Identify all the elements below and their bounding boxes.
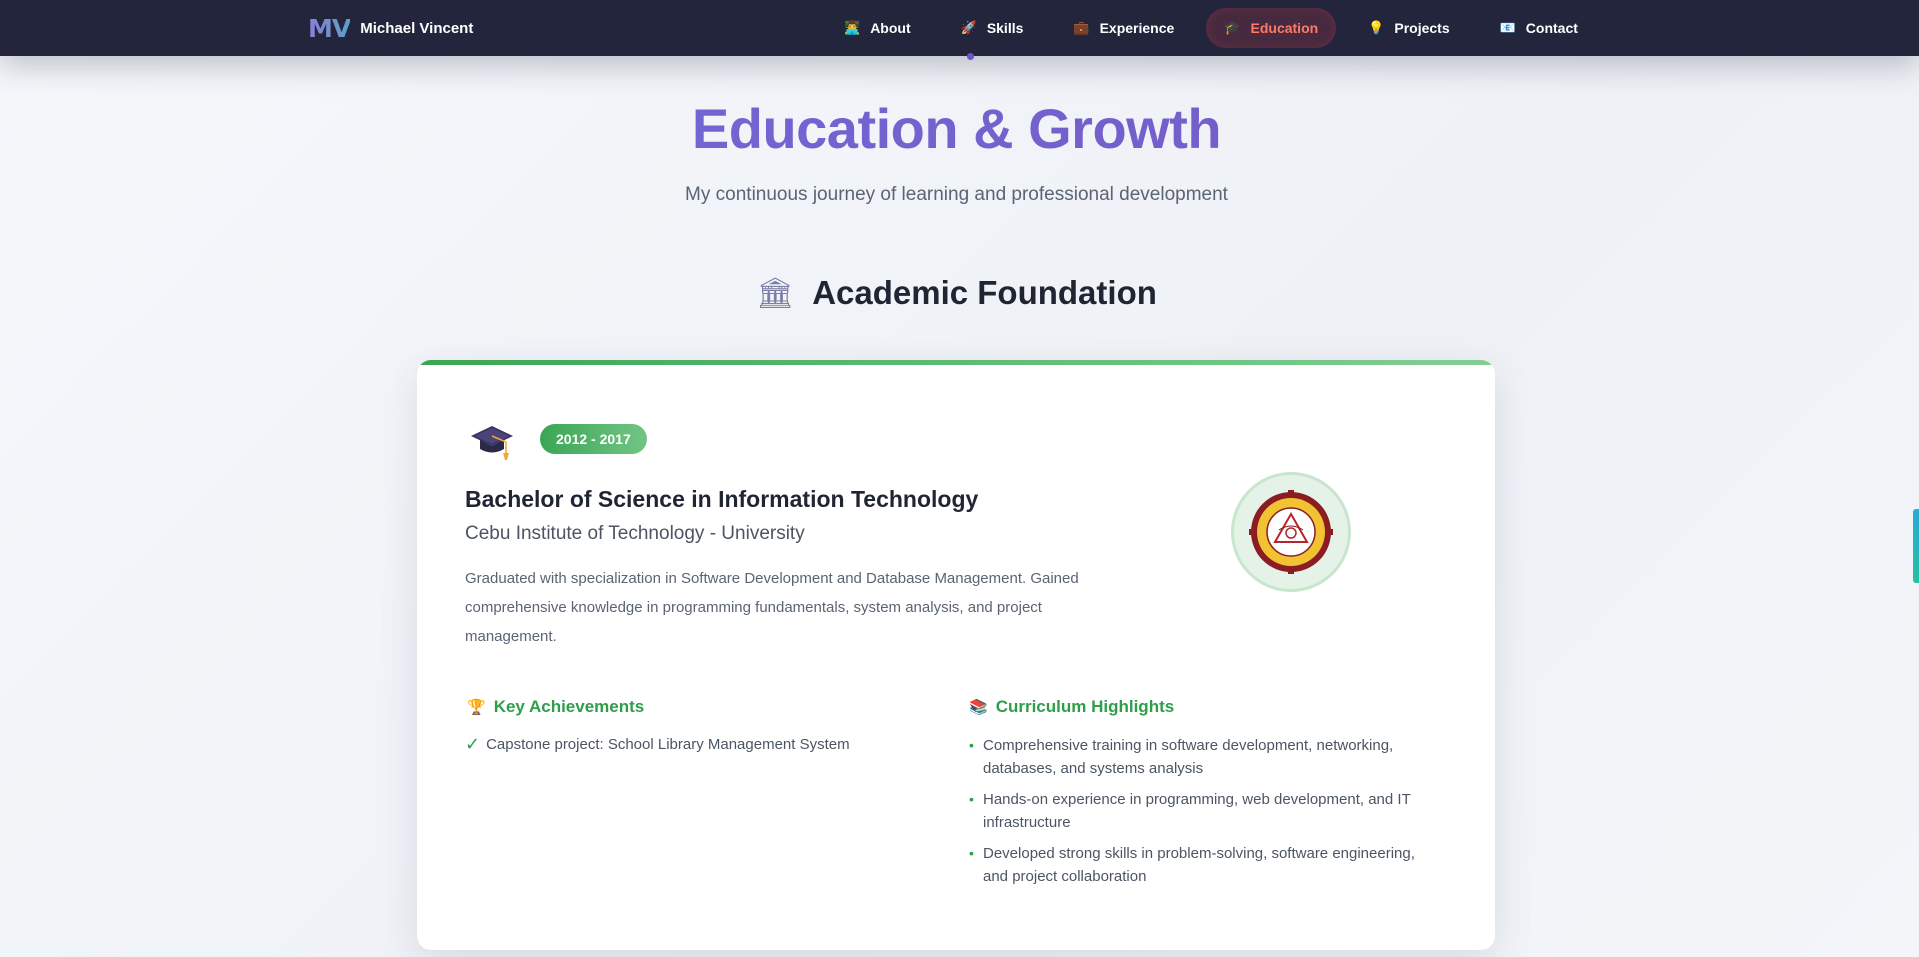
year-badge: 2012 - 2017 <box>540 424 647 454</box>
classical-building-icon: 🏛 <box>756 275 795 311</box>
nav-item-projects[interactable]: 💡 Projects <box>1350 8 1467 48</box>
education-card: 2012 - 2017 Bachelor of Science in Infor… <box>417 360 1495 950</box>
bullet-icon: • <box>969 791 974 807</box>
achievements-list: ✓ Capstone project: School Library Manag… <box>465 734 925 756</box>
books-icon: 📚 <box>969 698 988 716</box>
curriculum-text: Comprehensive training in software devel… <box>983 737 1394 777</box>
graduation-cap-icon: 🎓 <box>1224 20 1241 36</box>
subsection-title: Academic Foundation <box>812 274 1157 311</box>
education-description: Graduated with specialization in Softwar… <box>465 570 1079 645</box>
card-accent-bar <box>417 360 1495 365</box>
nav-item-label: Education <box>1250 20 1319 36</box>
list-item: • Developed strong skills in problem-sol… <box>969 842 1439 888</box>
brand-name[interactable]: Michael Vincent <box>360 20 473 37</box>
achievements-title: Key Achievements <box>493 697 645 716</box>
brand[interactable]: MV Michael Vincent <box>308 14 473 43</box>
achievements-heading: 🏆 Key Achievements <box>467 697 644 717</box>
nav-item-label: Projects <box>1394 20 1450 36</box>
university-seal <box>1231 472 1351 592</box>
nav-item-experience[interactable]: 💼 Experience <box>1055 8 1192 48</box>
bullet-icon: • <box>969 845 974 861</box>
nav-item-education[interactable]: 🎓 Education <box>1206 8 1337 48</box>
list-item: • Hands-on experience in programming, we… <box>969 788 1439 834</box>
nav-item-skills[interactable]: 🚀 Skills <box>943 8 1042 48</box>
briefcase-icon: 💼 <box>1073 20 1090 36</box>
section-title: Education & Growth <box>0 96 1913 161</box>
nav-item-about[interactable]: 👨‍💻 About <box>826 8 929 48</box>
rocket-icon: 🚀 <box>960 20 977 36</box>
curriculum-text: Developed strong skills in problem-solvi… <box>983 845 1415 885</box>
nav-indicator-dot <box>967 53 974 60</box>
curriculum-heading: 📚 Curriculum Highlights <box>969 697 1174 717</box>
nav-item-contact[interactable]: 📧 Contact <box>1482 8 1596 48</box>
curriculum-list: • Comprehensive training in software dev… <box>969 734 1439 896</box>
bullet-icon: • <box>969 737 974 753</box>
school-name: Cebu Institute of Technology - Universit… <box>465 523 805 544</box>
graduation-cap-icon <box>471 426 513 460</box>
curriculum-text: Hands-on experience in programming, web … <box>983 791 1411 831</box>
scrollbar-thumb[interactable] <box>1913 509 1919 583</box>
email-icon: 📧 <box>1499 20 1516 36</box>
subsection-heading: 🏛 Academic Foundation <box>0 274 1913 312</box>
checkmark-icon: ✓ <box>465 734 481 755</box>
nav-item-label: Skills <box>986 20 1024 36</box>
nav-item-label: Contact <box>1525 20 1578 36</box>
lightbulb-icon: 💡 <box>1368 20 1385 36</box>
university-seal-icon <box>1249 490 1333 574</box>
list-item: ✓ Capstone project: School Library Manag… <box>465 734 925 756</box>
nav-item-label: Experience <box>1099 20 1175 36</box>
section-subtitle: My continuous journey of learning and pr… <box>685 184 1228 205</box>
navbar: MV Michael Vincent 👨‍💻 About 🚀 Skills 💼 … <box>0 0 1919 56</box>
list-item: • Comprehensive training in software dev… <box>969 734 1439 780</box>
brand-logo[interactable]: MV <box>308 14 351 43</box>
trophy-icon: 🏆 <box>467 698 486 716</box>
nav-menu: 👨‍💻 About 🚀 Skills 💼 Experience 🎓 Educat… <box>826 8 1610 48</box>
person-laptop-icon: 👨‍💻 <box>844 20 861 36</box>
curriculum-title: Curriculum Highlights <box>995 697 1175 716</box>
nav-item-label: About <box>870 20 911 36</box>
achievement-text: Capstone project: School Library Managem… <box>486 736 850 753</box>
degree-title: Bachelor of Science in Information Techn… <box>465 486 979 512</box>
